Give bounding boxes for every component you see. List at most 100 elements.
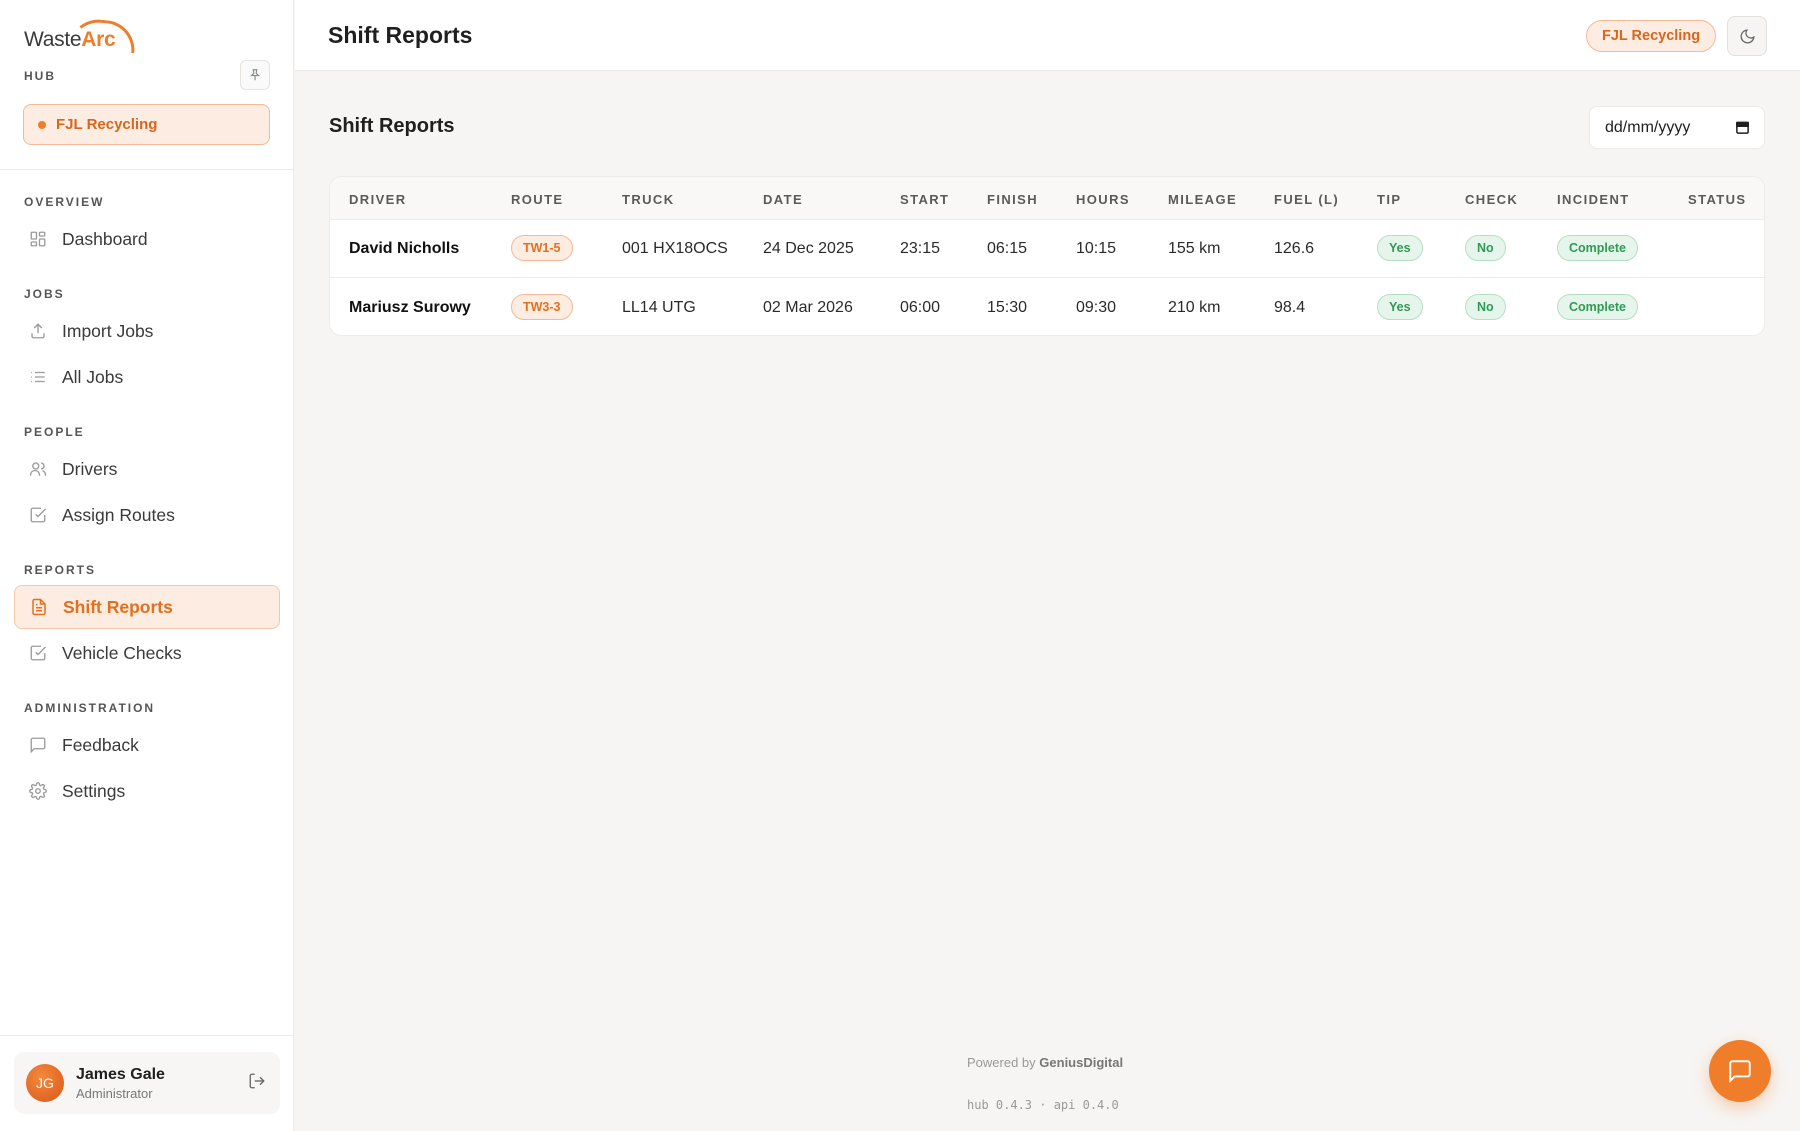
route-badge: TW1-5 <box>511 235 573 261</box>
powered-by: Powered by GeniusDigital <box>967 1055 1123 1070</box>
finish-cell: 06:15 <box>987 240 1028 257</box>
sidebar-item-drivers[interactable]: Drivers <box>14 447 280 491</box>
sidebar-item-label: Settings <box>62 780 126 801</box>
column-header-fuel[interactable]: FUEL (L) <box>1274 192 1339 207</box>
check-badge: No <box>1465 294 1506 320</box>
user-role: Administrator <box>76 1085 153 1101</box>
hub-label: HUB <box>24 69 56 83</box>
powered-prefix: Powered by <box>967 1055 1036 1070</box>
theme-toggle-button[interactable] <box>1727 16 1767 56</box>
column-header-mileage[interactable]: MILEAGE <box>1168 192 1237 207</box>
gear-icon <box>28 781 48 801</box>
start-cell: 23:15 <box>900 240 941 257</box>
sidebar-item-vehicle-checks[interactable]: Vehicle Checks <box>14 631 280 675</box>
table-row[interactable]: Mariusz Surowy TW3-3 LL14 UTG 02 Mar 202… <box>330 279 1764 335</box>
message-icon <box>28 735 48 755</box>
sidebar-item-label: Feedback <box>62 734 139 755</box>
tip-badge: Yes <box>1377 235 1423 261</box>
org-dot-icon <box>38 120 46 129</box>
mileage-cell: 155 km <box>1168 240 1221 257</box>
sidebar-item-assign-routes[interactable]: Assign Routes <box>14 493 280 537</box>
sidebar-item-shift-reports[interactable]: Shift Reports <box>14 585 280 629</box>
sidebar-item-label: Drivers <box>62 458 118 479</box>
mileage-cell: 210 km <box>1168 299 1221 316</box>
sidebar-item-label: Dashboard <box>62 228 148 249</box>
sidebar-item-label: Import Jobs <box>62 320 154 341</box>
sidebar-item-label: Shift Reports <box>63 596 173 617</box>
column-header-route[interactable]: ROUTE <box>511 192 564 207</box>
logout-icon[interactable] <box>248 1072 266 1095</box>
moon-icon <box>1740 28 1755 43</box>
section-title-administration: ADMINISTRATION <box>24 701 156 715</box>
table-row[interactable]: David Nicholls TW1-5 001 HX18OCS 24 Dec … <box>330 220 1764 278</box>
sidebar-divider <box>0 1035 294 1036</box>
column-header-status[interactable]: STATUS <box>1688 192 1746 207</box>
incident-badge: Complete <box>1557 294 1638 320</box>
section-title-overview: OVERVIEW <box>24 195 105 209</box>
top-bar: Shift Reports FJL Recycling <box>295 0 1800 71</box>
column-header-finish[interactable]: FINISH <box>987 192 1038 207</box>
upload-icon <box>28 321 48 341</box>
sidebar-item-dashboard[interactable]: Dashboard <box>14 217 280 261</box>
column-header-incident[interactable]: INCIDENT <box>1557 192 1630 207</box>
dashboard-icon <box>28 229 48 249</box>
users-icon <box>28 459 48 479</box>
incident-badge: Complete <box>1557 235 1638 261</box>
page-title: Shift Reports <box>328 22 473 48</box>
checkbox-icon <box>28 505 48 525</box>
route-badge: TW3-3 <box>511 294 573 320</box>
sidebar-divider <box>0 169 294 170</box>
column-header-truck[interactable]: TRUCK <box>622 192 675 207</box>
date-cell: 02 Mar 2026 <box>763 299 853 316</box>
avatar: JG <box>26 1064 64 1102</box>
column-header-date[interactable]: DATE <box>763 192 803 207</box>
column-header-tip[interactable]: TIP <box>1377 192 1401 207</box>
calendar-icon[interactable] <box>1735 120 1750 140</box>
start-cell: 06:00 <box>900 299 941 316</box>
sidebar-item-label: Assign Routes <box>62 504 175 525</box>
org-selector[interactable]: FJL Recycling <box>23 104 270 145</box>
column-header-hours[interactable]: HOURS <box>1076 192 1130 207</box>
section-title-jobs: JOBS <box>24 287 65 301</box>
date-placeholder: dd/mm/yyyy <box>1605 118 1691 136</box>
list-icon <box>28 367 48 387</box>
check-badge: No <box>1465 235 1506 261</box>
document-icon <box>29 597 49 617</box>
shift-reports-table: DRIVER ROUTE TRUCK DATE START FINISH HOU… <box>329 176 1765 336</box>
section-title-reports: REPORTS <box>24 563 97 577</box>
finish-cell: 15:30 <box>987 299 1028 316</box>
org-name: FJL Recycling <box>56 116 158 133</box>
pin-icon <box>250 69 260 81</box>
brand-logo[interactable]: WasteArc <box>24 16 138 54</box>
section-title-people: PEOPLE <box>24 425 85 439</box>
sidebar-item-feedback[interactable]: Feedback <box>14 723 280 767</box>
sidebar-item-label: All Jobs <box>62 366 124 387</box>
section-heading: Shift Reports <box>329 115 455 137</box>
hours-cell: 10:15 <box>1076 240 1117 257</box>
user-card[interactable]: JG James Gale Administrator <box>14 1052 280 1114</box>
chat-icon <box>1729 1060 1751 1084</box>
driver-name: Mariusz Surowy <box>349 299 471 316</box>
truck-cell: LL14 UTG <box>622 299 696 316</box>
column-header-driver[interactable]: DRIVER <box>349 192 407 207</box>
pin-sidebar-button[interactable] <box>240 60 270 90</box>
sidebar-item-import-jobs[interactable]: Import Jobs <box>14 309 280 353</box>
version-info: hub 0.4.3 · api 0.4.0 <box>967 1098 1119 1112</box>
user-name: James Gale <box>76 1065 165 1083</box>
checkbox-icon <box>28 643 48 663</box>
org-badge[interactable]: FJL Recycling <box>1586 20 1717 52</box>
truck-cell: 001 HX18OCS <box>622 240 728 257</box>
table-header: DRIVER ROUTE TRUCK DATE START FINISH HOU… <box>330 177 1764 220</box>
date-filter-input[interactable]: dd/mm/yyyy <box>1589 106 1765 149</box>
tip-badge: Yes <box>1377 294 1423 320</box>
driver-name: David Nicholls <box>349 240 460 257</box>
hours-cell: 09:30 <box>1076 299 1117 316</box>
fuel-cell: 126.6 <box>1274 240 1315 257</box>
chat-button[interactable] <box>1709 1040 1771 1102</box>
column-header-start[interactable]: START <box>900 192 949 207</box>
date-cell: 24 Dec 2025 <box>763 240 854 257</box>
sidebar-item-all-jobs[interactable]: All Jobs <box>14 355 280 399</box>
powered-brand[interactable]: GeniusDigital <box>1039 1055 1123 1070</box>
sidebar-item-settings[interactable]: Settings <box>14 769 280 813</box>
column-header-check[interactable]: CHECK <box>1465 192 1518 207</box>
